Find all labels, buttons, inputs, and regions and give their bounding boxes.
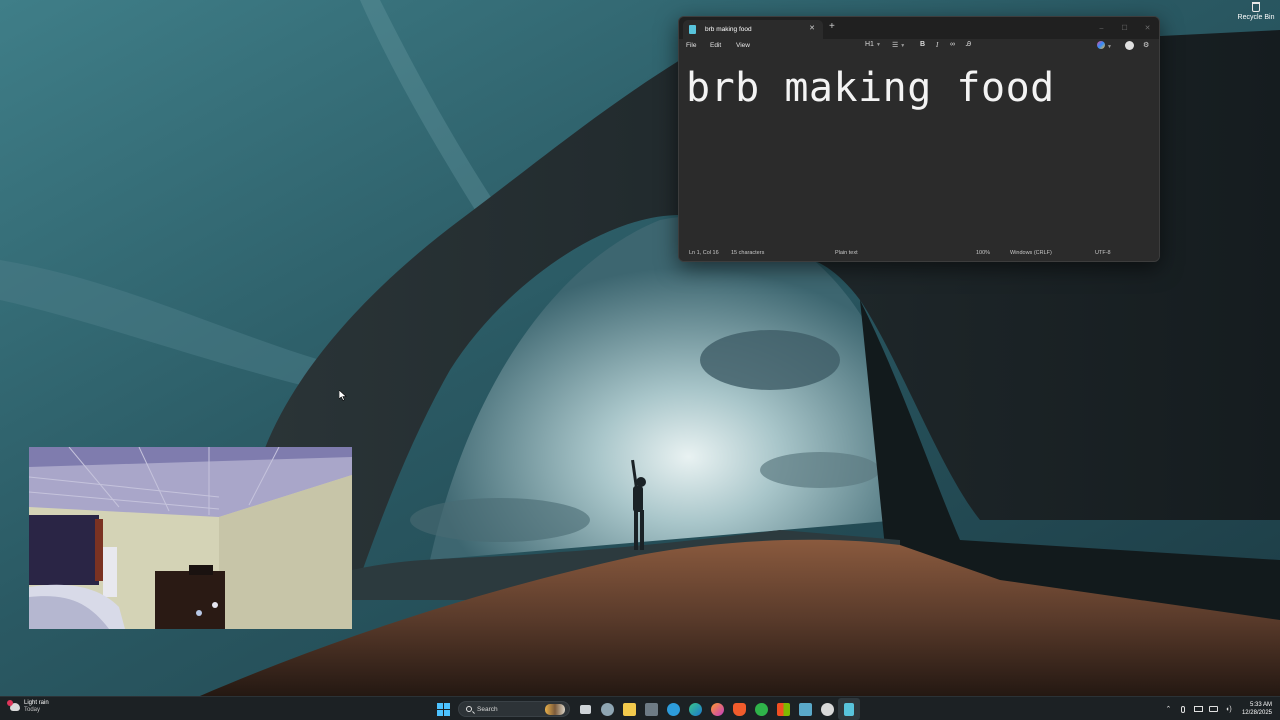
text-format[interactable]: Plain text (835, 250, 858, 256)
edge-button[interactable] (684, 698, 706, 720)
search-icon (466, 706, 472, 712)
clear-formatting-icon[interactable]: Ꭿ (966, 41, 971, 49)
menu-file[interactable]: File (686, 42, 696, 49)
notepad-window[interactable]: brb making food ✕ + – ☐ ✕ File Edit View… (678, 16, 1160, 262)
mouse-cursor-icon (338, 388, 347, 406)
copilot-button[interactable]: ▼ (1097, 41, 1112, 50)
text-editor[interactable]: brb making food (679, 53, 1159, 247)
taskbar-pinned: Search (432, 697, 860, 720)
monitor-icon[interactable] (1193, 704, 1204, 715)
store-icon (776, 702, 790, 716)
heading-label: H1 (865, 41, 874, 48)
weather-condition: Light rain (24, 700, 49, 706)
list-icon: ☰ (892, 42, 899, 49)
firefox-button[interactable] (706, 698, 728, 720)
character-count: 15 characters (731, 250, 765, 256)
file-explorer-button[interactable] (618, 698, 640, 720)
notepad-tab[interactable]: brb making food ✕ (683, 20, 823, 39)
notification-badge (7, 700, 13, 706)
weather-when: Today (24, 707, 41, 713)
zoom-level[interactable]: 100% (976, 250, 990, 256)
settings-icon (600, 702, 614, 716)
folder-icon (622, 702, 636, 716)
network-icon[interactable] (1208, 704, 1219, 715)
maximize-button[interactable]: ☐ (1113, 17, 1136, 39)
cortana-icon (666, 702, 680, 716)
window-controls: – ☐ ✕ (1090, 17, 1159, 39)
files-icon (798, 702, 812, 716)
cursor-position[interactable]: Ln 1, Col 16 (689, 250, 719, 256)
new-tab-button[interactable]: + (829, 22, 835, 32)
windows-logo-icon (436, 702, 450, 716)
clock-time: 5:33 AM (1249, 702, 1272, 708)
menu-edit[interactable]: Edit (710, 42, 721, 49)
italic-button[interactable]: I (936, 41, 938, 49)
obs-button[interactable] (816, 698, 838, 720)
bold-button[interactable]: B (920, 41, 925, 48)
notepad-icon (844, 702, 854, 716)
calculator-icon (644, 702, 658, 716)
recycle-bin-label: Recycle Bin (1237, 14, 1275, 21)
notepad-taskbar-button[interactable] (838, 698, 860, 720)
task-view-icon (579, 704, 591, 714)
recycle-bin-icon (1252, 2, 1260, 12)
notepad-titlebar[interactable]: brb making food ✕ + – ☐ ✕ (679, 17, 1159, 39)
taskbar: Light rain Today Search ⌃ ◖) 5:33 AM 12/… (0, 696, 1280, 720)
start-button[interactable] (432, 698, 454, 720)
rain-cloud-icon (7, 700, 20, 711)
clock[interactable]: 5:33 AM 12/28/2025 (1242, 701, 1272, 717)
list-dropdown[interactable]: ☰ ▼ (892, 41, 905, 49)
minimize-button[interactable]: – (1090, 17, 1113, 39)
xbox-button[interactable] (750, 698, 772, 720)
chevron-down-icon: ▼ (875, 42, 881, 48)
taskbar-search[interactable]: Search (458, 701, 570, 717)
webcam-overlay (29, 447, 352, 629)
cortana-button[interactable] (662, 698, 684, 720)
search-highlight-icon (545, 704, 565, 715)
weather-widget[interactable]: Light rain Today (7, 700, 49, 714)
xbox-icon (754, 702, 768, 716)
chevron-up-icon[interactable]: ⌃ (1163, 704, 1174, 715)
chevron-down-icon: ▼ (1107, 44, 1112, 50)
brave-icon (732, 702, 746, 716)
calculator-button[interactable] (640, 698, 662, 720)
firefox-icon (710, 702, 724, 716)
chevron-down-icon: ▼ (900, 43, 906, 49)
copilot-icon (1097, 41, 1105, 49)
tab-close-icon[interactable]: ✕ (809, 24, 815, 32)
status-bar: Ln 1, Col 16 15 characters Plain text 10… (679, 245, 1159, 261)
settings-gear-icon[interactable]: ⚙ (1143, 41, 1149, 49)
encoding[interactable]: UTF-8 (1095, 250, 1111, 256)
system-tray: ⌃ ◖) 5:33 AM 12/28/2025 (1161, 697, 1280, 720)
clock-date: 12/28/2025 (1241, 710, 1272, 716)
edge-icon (688, 702, 702, 716)
heading-dropdown[interactable]: H1 ▼ (865, 41, 881, 48)
volume-icon[interactable]: ◖) (1223, 704, 1234, 715)
menu-bar: File Edit View H1 ▼ ☰ ▼ B I ∞ Ꭿ ▼ ⚙ (679, 39, 1159, 53)
task-view-button[interactable] (574, 698, 596, 720)
link-icon[interactable]: ∞ (950, 41, 955, 48)
notepad-app-icon (689, 25, 696, 34)
line-endings[interactable]: Windows (CRLF) (1010, 250, 1052, 256)
microphone-icon[interactable] (1178, 704, 1189, 715)
obs-icon (820, 702, 834, 716)
brave-button[interactable] (728, 698, 750, 720)
search-placeholder: Search (477, 705, 498, 713)
store-button[interactable] (772, 698, 794, 720)
files-button[interactable] (794, 698, 816, 720)
menu-view[interactable]: View (736, 42, 750, 49)
settings-button[interactable] (596, 698, 618, 720)
account-icon[interactable] (1125, 41, 1134, 50)
tab-title: brb making food (705, 26, 752, 33)
recycle-bin-shortcut[interactable]: Recycle Bin (1236, 2, 1276, 21)
close-button[interactable]: ✕ (1136, 17, 1159, 39)
